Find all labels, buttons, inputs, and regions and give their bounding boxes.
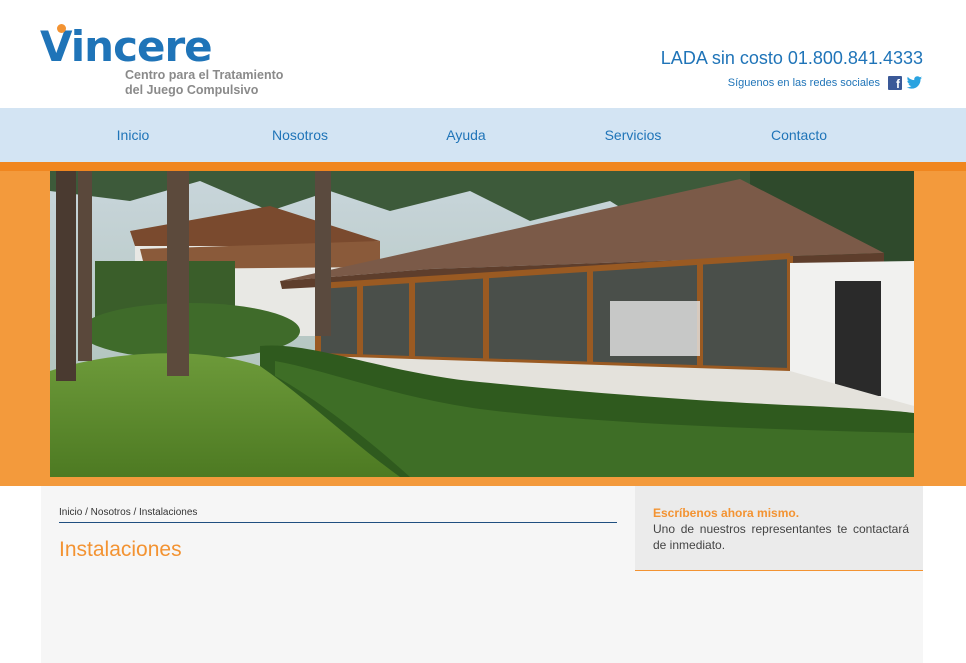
social-links: Síguenos en las redes sociales f — [728, 76, 923, 90]
nav-item-ayuda[interactable]: Ayuda — [406, 108, 526, 162]
logo-tagline: Centro para el Tratamiento del Juego Com… — [125, 68, 283, 98]
hero-banner — [0, 162, 966, 486]
facility-photo-illustration — [50, 171, 914, 477]
nav-item-nosotros[interactable]: Nosotros — [240, 108, 360, 162]
sidebar-title: Escríbenos ahora mismo. — [653, 506, 800, 520]
nav-item-contacto[interactable]: Contacto — [739, 108, 859, 162]
twitter-icon[interactable] — [906, 76, 923, 90]
vincere-logo[interactable]: Vincere Centro para el Tratamiento del J… — [40, 24, 300, 104]
page-title: Instalaciones — [59, 538, 182, 561]
facility-photo — [50, 171, 914, 477]
logo-wordmark: Vincere — [40, 22, 213, 71]
main-nav: Inicio Nosotros Ayuda Servicios Contacto — [0, 108, 966, 162]
phone-number: LADA sin costo 01.800.841.4333 — [660, 48, 923, 68]
sidebar-text: Uno de nuestros representantes te contac… — [653, 522, 909, 552]
contact-sidebar: Escríbenos ahora mismo. Uno de nuestros … — [635, 486, 923, 571]
facebook-icon[interactable]: f — [888, 76, 902, 90]
logo-tagline-line2: del Juego Compulsivo — [125, 83, 259, 97]
logo-dot — [57, 24, 66, 33]
site-header: Vincere Centro para el Tratamiento del J… — [0, 0, 966, 108]
breadcrumb[interactable]: Inicio / Nosotros / Instalaciones — [59, 507, 617, 523]
social-text: Síguenos en las redes sociales — [727, 77, 880, 89]
logo-tagline-line1: Centro para el Tratamiento — [125, 68, 284, 82]
nav-item-servicios[interactable]: Servicios — [573, 108, 693, 162]
banner-top-stripe — [0, 162, 966, 171]
nav-item-inicio[interactable]: Inicio — [73, 108, 193, 162]
main-content: Inicio / Nosotros / Instalaciones Instal… — [41, 486, 923, 663]
